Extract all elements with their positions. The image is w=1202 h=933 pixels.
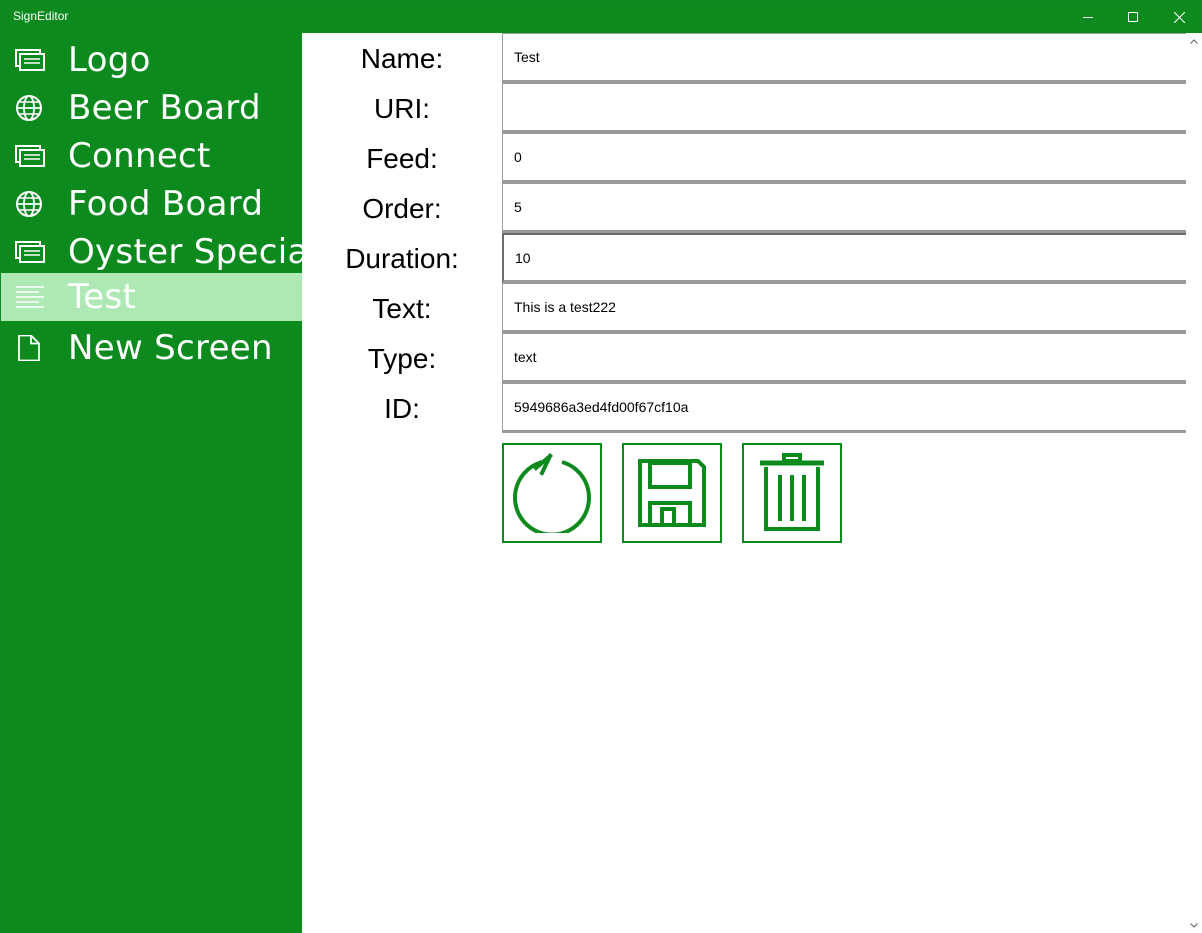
- order-field[interactable]: [502, 183, 1188, 233]
- sidebar-item-label: Test: [68, 277, 137, 317]
- sidebar: Logo Beer Board Connect Food Board Oyste…: [1, 33, 318, 933]
- name-label: Name:: [360, 43, 444, 74]
- slides-icon: [15, 241, 45, 263]
- maximize-button[interactable]: [1110, 1, 1156, 33]
- sidebar-item-label: Connect: [68, 136, 211, 176]
- refresh-icon: [513, 453, 591, 533]
- text-field[interactable]: [502, 283, 1188, 333]
- maximize-icon: [1128, 12, 1138, 22]
- document-icon: [18, 335, 40, 361]
- minimize-button[interactable]: [1065, 1, 1111, 33]
- scroll-up-button[interactable]: [1186, 33, 1202, 49]
- sidebar-item-new-screen[interactable]: New Screen: [1, 324, 302, 372]
- slides-icon: [15, 145, 45, 167]
- trash-icon: [760, 453, 824, 531]
- sidebar-item-food-board[interactable]: Food Board: [1, 180, 302, 228]
- close-button[interactable]: [1156, 1, 1202, 33]
- id-label: ID:: [384, 393, 420, 424]
- sidebar-item-label: Beer Board: [68, 88, 261, 128]
- sidebar-item-connect[interactable]: Connect: [1, 132, 302, 180]
- duration-field[interactable]: [502, 233, 1188, 283]
- app-window: SignEditor Logo Beer Board Connect Food …: [0, 0, 1202, 933]
- name-field[interactable]: [502, 33, 1188, 83]
- globe-icon: [16, 191, 42, 217]
- duration-label: Duration:: [345, 243, 459, 274]
- window-title: SignEditor: [13, 9, 69, 23]
- sidebar-item-logo[interactable]: Logo: [1, 36, 302, 84]
- type-label: Type:: [367, 343, 437, 374]
- text-lines-icon: [16, 286, 44, 308]
- title-bar: SignEditor: [1, 1, 1201, 33]
- scroll-down-button[interactable]: [1186, 917, 1202, 933]
- sidebar-item-test[interactable]: Test: [1, 273, 302, 321]
- globe-icon: [16, 95, 42, 121]
- editor-form: Name: URI: Feed: Order: Duration: Text: …: [302, 33, 1202, 933]
- slides-icon: [15, 49, 45, 71]
- close-icon: [1173, 11, 1185, 23]
- sidebar-item-beer-board[interactable]: Beer Board: [1, 84, 302, 132]
- type-field[interactable]: [502, 333, 1188, 383]
- sidebar-item-oyster-special[interactable]: Oyster Special: [1, 228, 318, 276]
- sidebar-item-label: Oyster Special: [68, 232, 319, 272]
- sidebar-item-label: New Screen: [68, 328, 273, 368]
- vertical-scrollbar[interactable]: [1186, 33, 1202, 933]
- feed-field[interactable]: [502, 133, 1188, 183]
- order-label: Order:: [362, 193, 442, 224]
- save-button[interactable]: [622, 443, 722, 543]
- sidebar-item-label: Food Board: [68, 184, 264, 224]
- chevron-up-icon: [1190, 38, 1198, 44]
- sidebar-item-label: Logo: [68, 40, 151, 80]
- feed-label: Feed:: [366, 143, 438, 174]
- uri-field[interactable]: [502, 83, 1188, 133]
- id-field[interactable]: [502, 383, 1188, 433]
- save-icon: [638, 459, 706, 527]
- chevron-down-icon: [1190, 922, 1198, 928]
- refresh-button[interactable]: [502, 443, 602, 543]
- minimize-icon: [1083, 17, 1093, 18]
- text-label: Text:: [372, 293, 432, 324]
- uri-label: URI:: [374, 93, 430, 124]
- delete-button[interactable]: [742, 443, 842, 543]
